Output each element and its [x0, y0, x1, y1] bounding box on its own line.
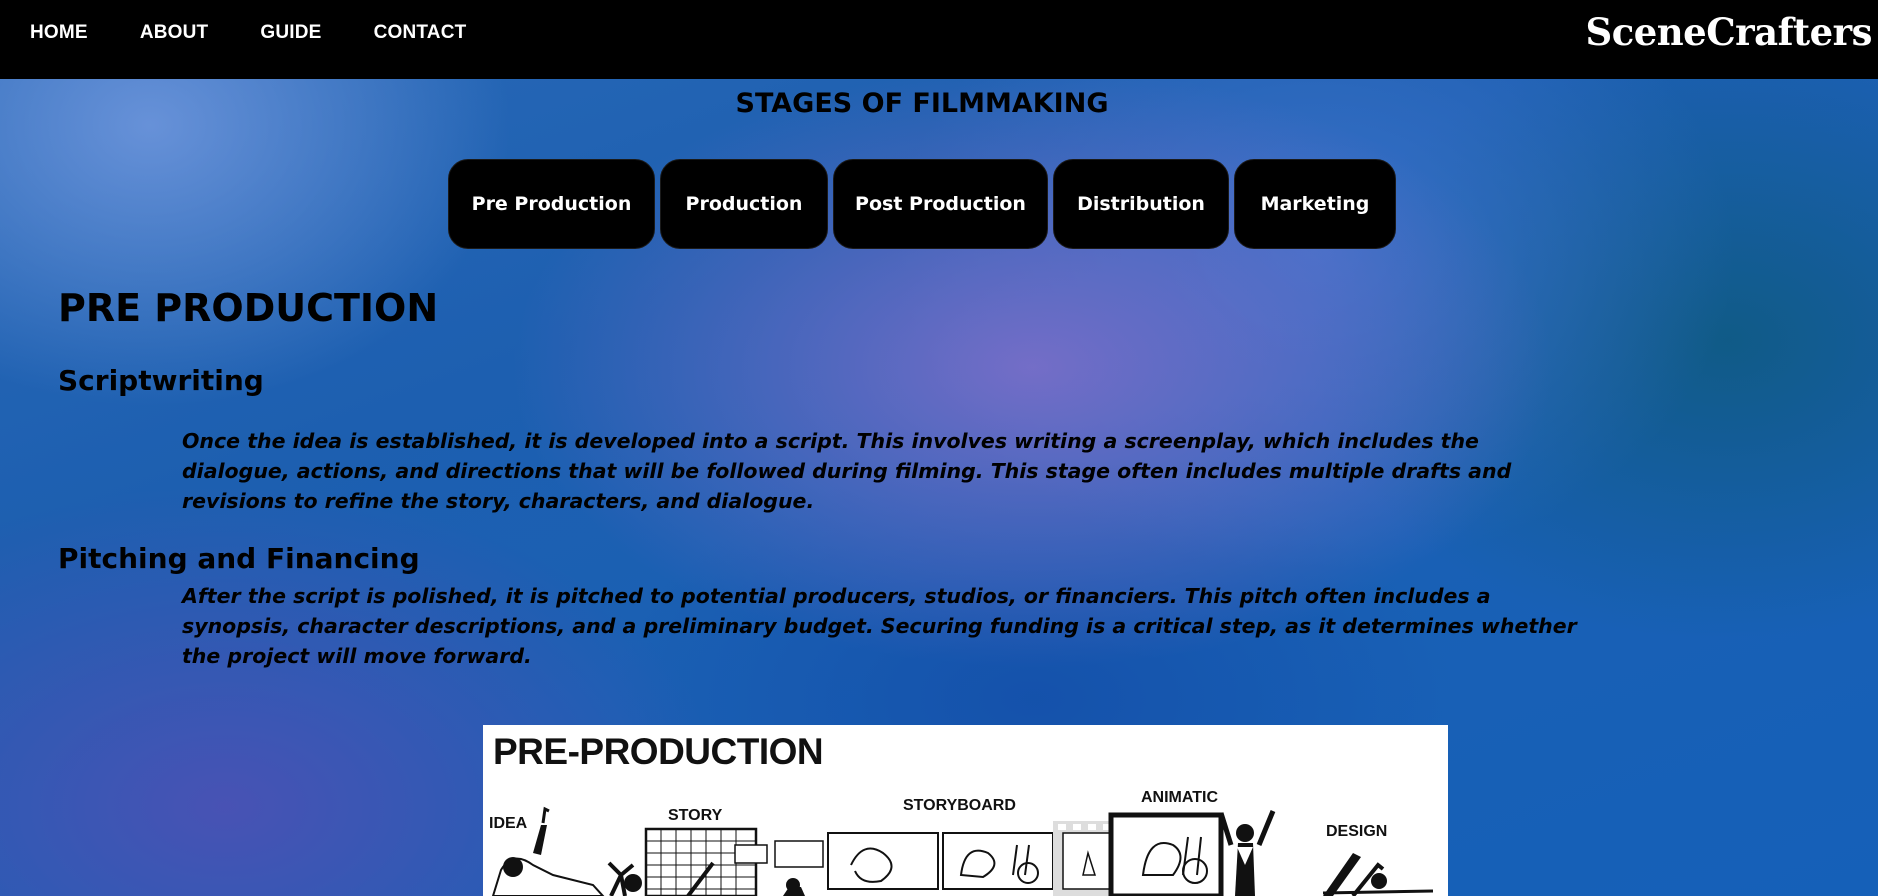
tab-production[interactable]: Production: [660, 159, 828, 249]
navbar: HOME ABOUT GUIDE CONTACT SceneCrafters: [0, 0, 1878, 79]
nav-link-contact[interactable]: CONTACT: [374, 22, 467, 44]
tab-marketing[interactable]: Marketing: [1234, 159, 1396, 249]
nav-link-about[interactable]: ABOUT: [140, 22, 209, 44]
nav-link-home[interactable]: HOME: [30, 22, 88, 44]
subsection-text-pitching: After the script is polished, it is pitc…: [182, 584, 1577, 668]
figure-label-storyboard: STORYBOARD: [903, 797, 1016, 814]
nav-link-guide[interactable]: GUIDE: [260, 22, 321, 44]
brand-logo[interactable]: SceneCrafters: [1585, 10, 1872, 54]
tab-distribution[interactable]: Distribution: [1053, 159, 1229, 249]
figure-label-story: STORY: [668, 807, 723, 824]
pre-production-illustration: PRE-PRODUCTION IDEA STORY STORYBOARD ANI…: [483, 725, 1448, 896]
figure-title: PRE-PRODUCTION: [493, 731, 824, 772]
nav-links: HOME ABOUT GUIDE CONTACT: [30, 22, 518, 44]
stage-tabs: Pre Production Production Post Productio…: [448, 159, 1401, 249]
tab-post-production[interactable]: Post Production: [833, 159, 1048, 249]
subsection-text-scriptwriting: Once the idea is established, it is deve…: [182, 429, 1512, 513]
subsection-title-scriptwriting: Scriptwriting: [58, 364, 264, 397]
figure-label-animatic: ANIMATIC: [1141, 789, 1219, 806]
figure-label-idea: IDEA: [489, 815, 528, 832]
tab-pre-production[interactable]: Pre Production: [448, 159, 655, 249]
stages-title: STAGES OF FILMMAKING: [735, 88, 1109, 119]
subsection-title-pitching: Pitching and Financing: [58, 542, 420, 575]
figure-label-design: DESIGN: [1326, 823, 1388, 840]
section-title: PRE PRODUCTION: [58, 286, 439, 330]
